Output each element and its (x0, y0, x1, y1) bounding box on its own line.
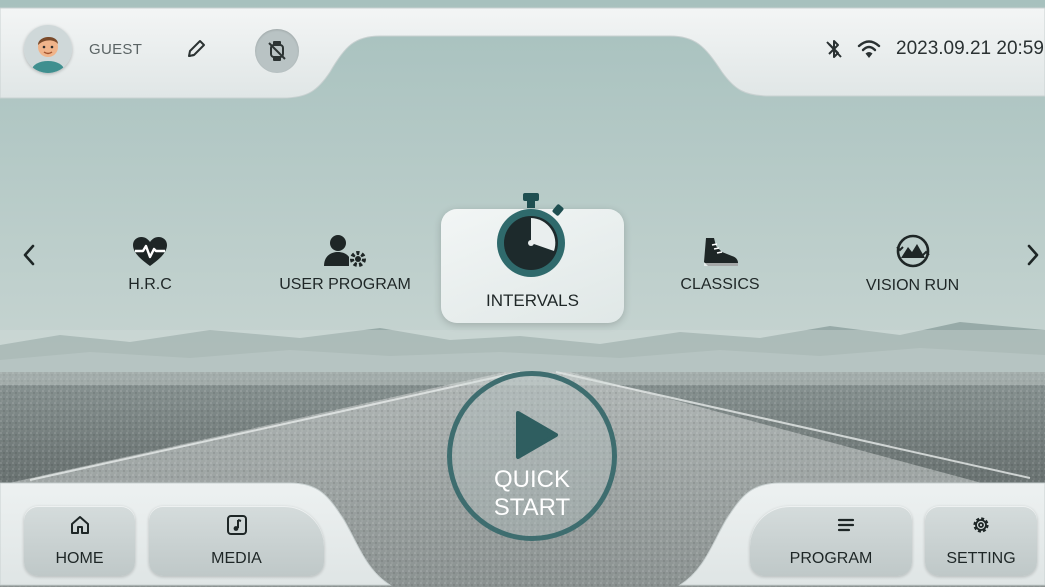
home-button[interactable]: HOME (24, 506, 135, 576)
home-label: HOME (55, 550, 104, 567)
quick-start-button[interactable]: QUICK START (447, 371, 617, 541)
quick-start-label-line2: START (493, 494, 571, 521)
media-label: MEDIA (211, 550, 262, 567)
home-icon (71, 516, 89, 534)
play-icon (516, 411, 558, 459)
list-icon (837, 518, 855, 532)
music-note-icon (227, 515, 247, 535)
media-button[interactable]: MEDIA (149, 506, 324, 576)
setting-button[interactable]: SETTING (925, 506, 1037, 576)
program-label: PROGRAM (789, 550, 873, 567)
quick-start-label-line1: QUICK (493, 466, 570, 493)
program-button[interactable]: PROGRAM (750, 506, 912, 576)
setting-label: SETTING (946, 550, 1016, 567)
gear-icon (973, 517, 989, 533)
